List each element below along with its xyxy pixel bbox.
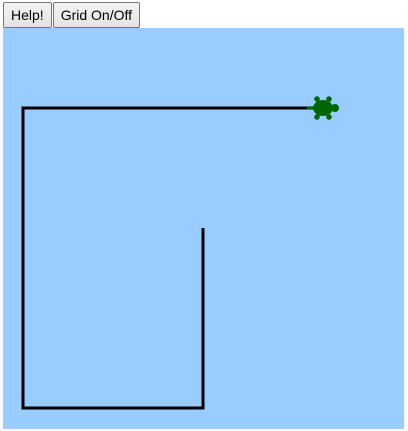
turtle-canvas[interactable] [3, 28, 404, 429]
toolbar: Help! Grid On/Off [3, 2, 141, 28]
grid-toggle-button[interactable]: Grid On/Off [52, 2, 141, 28]
turtle-canvas-svg [3, 28, 404, 429]
help-button[interactable]: Help! [3, 2, 52, 28]
